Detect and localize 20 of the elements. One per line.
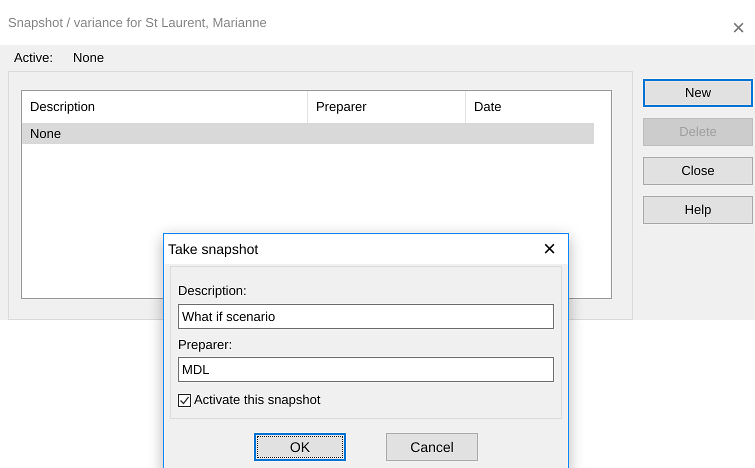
- input-field[interactable]: MDL: [178, 357, 554, 382]
- close-button[interactable]: ×: [543, 238, 556, 260]
- checkbox[interactable]: [178, 394, 191, 406]
- field-label: Description:: [178, 282, 248, 300]
- dialog-title: Take snapshot: [168, 240, 258, 259]
- table-cell-text: None: [29, 124, 62, 143]
- dialog-button[interactable]: Cancel: [386, 433, 478, 461]
- list-row[interactable]: None: [22, 123, 594, 144]
- close-button[interactable]: ×: [732, 6, 745, 38]
- active-label: Active:: [14, 49, 54, 68]
- action-button[interactable]: Close: [643, 157, 753, 185]
- action-button[interactable]: New: [643, 79, 753, 107]
- dialog-button[interactable]: OK: [254, 433, 346, 461]
- action-button[interactable]: Help: [643, 196, 753, 224]
- field-label: Preparer:: [178, 336, 234, 354]
- input-field[interactable]: What if scenario: [178, 304, 554, 328]
- check-icon: [179, 394, 190, 406]
- active-value: None: [73, 49, 104, 68]
- checkbox-label[interactable]: Activate this snapshot: [194, 390, 320, 410]
- window-title: Snapshot / variance for St Laurent, Marianne: [8, 14, 267, 32]
